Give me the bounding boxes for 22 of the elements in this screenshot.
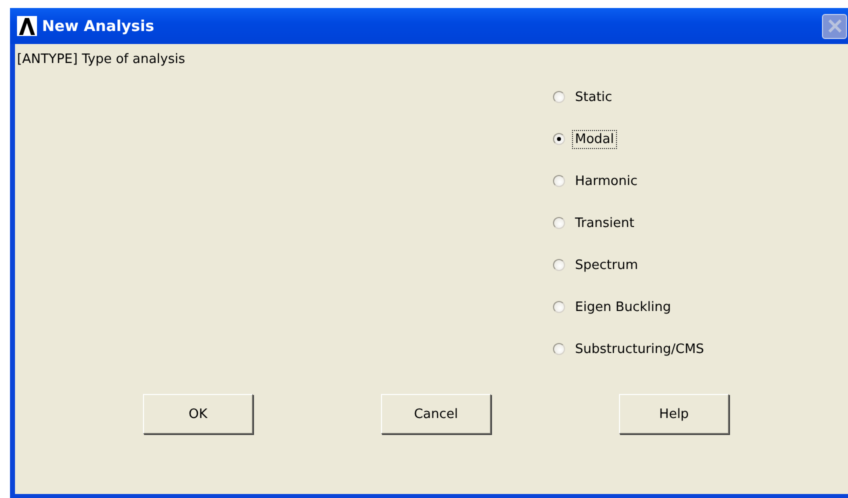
- radio-button[interactable]: [553, 175, 565, 187]
- dialog-button[interactable]: Cancel: [381, 394, 491, 434]
- option-label[interactable]: Transient: [572, 214, 638, 232]
- prompt-label: [ANTYPE] Type of analysis: [16, 51, 186, 69]
- option-label[interactable]: Eigen Buckling: [572, 298, 674, 316]
- radio-button[interactable]: [553, 259, 565, 271]
- radio-button[interactable]: [553, 91, 565, 103]
- dialog-button[interactable]: Help: [619, 394, 729, 434]
- close-button[interactable]: [822, 14, 847, 38]
- radio-button[interactable]: [553, 301, 565, 313]
- radio-button[interactable]: [553, 133, 565, 145]
- option-label[interactable]: Modal: [572, 130, 617, 148]
- option-label[interactable]: Harmonic: [572, 172, 640, 190]
- close-icon: [828, 19, 842, 33]
- option-label[interactable]: Static: [572, 88, 616, 106]
- app-icon: [17, 16, 37, 36]
- option-label[interactable]: Substructuring/CMS: [572, 340, 708, 358]
- option-label[interactable]: Spectrum: [572, 256, 641, 274]
- window-title: New Analysis: [42, 17, 156, 35]
- radio-button[interactable]: [553, 343, 565, 355]
- dialog-button[interactable]: OK: [143, 394, 253, 434]
- radio-button[interactable]: [553, 217, 565, 229]
